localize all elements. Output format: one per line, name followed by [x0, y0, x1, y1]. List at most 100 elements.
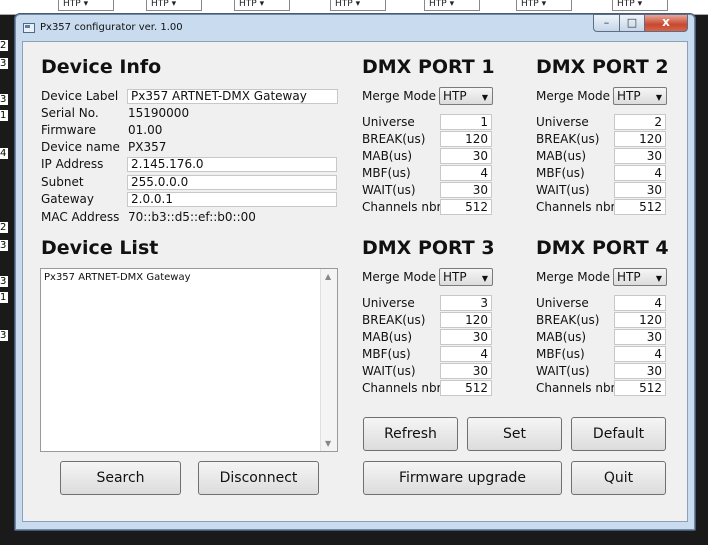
dmx-param-field[interactable]: 120	[614, 131, 666, 147]
dmx-param-label: Channels nbr	[362, 200, 442, 214]
device-list[interactable]: Px357 ARTNET-DMX Gateway ▲ ▼	[40, 268, 338, 452]
scroll-up-icon[interactable]: ▲	[325, 272, 331, 281]
dmx-param-field[interactable]: 120	[614, 312, 666, 328]
device-info-field[interactable]: 2.0.0.1	[127, 192, 337, 207]
dmx-param-label: MBF(us)	[536, 347, 585, 361]
device-info-value: 15190000	[128, 106, 190, 120]
dmx-param-field[interactable]: 120	[440, 312, 492, 328]
minimize-icon: –	[603, 16, 610, 29]
device-info-heading: Device Info	[41, 56, 162, 78]
dmx-param-label: Channels nbr	[536, 381, 616, 395]
device-info-label: Subnet	[41, 175, 84, 189]
background-line-number: 3	[0, 94, 8, 105]
background-line-number: 3	[0, 240, 8, 251]
dmx-param-field[interactable]: 3	[440, 295, 492, 311]
device-info-field[interactable]: 2.145.176.0	[127, 157, 337, 172]
background-line-number: 3	[0, 330, 8, 341]
dmx-param-label: Channels nbr	[536, 200, 616, 214]
device-list-heading: Device List	[41, 237, 159, 259]
dmx-param-field[interactable]: 4	[614, 165, 666, 181]
dmx-param-label: WAIT(us)	[536, 364, 590, 378]
minimize-button[interactable]: –	[593, 14, 620, 32]
dmx-param-field[interactable]: 512	[614, 199, 666, 215]
background-line-number: 1	[0, 110, 8, 121]
device-info-value: PX357	[128, 140, 167, 154]
chevron-down-icon: ▼	[655, 93, 662, 102]
device-info-label: Gateway	[41, 192, 95, 206]
dmx-param-field[interactable]: 4	[614, 346, 666, 362]
firmware-upgrade-button[interactable]: Firmware upgrade	[363, 461, 562, 495]
dmx-param-field[interactable]: 512	[440, 199, 492, 215]
device-info-label: Firmware	[41, 123, 96, 137]
dmx-param-label: MAB(us)	[362, 330, 413, 344]
refresh-button[interactable]: Refresh	[363, 417, 458, 451]
dmx-param-label: Universe	[536, 115, 589, 129]
merge-mode-value: HTP	[443, 89, 467, 103]
background-cell: HTP ▾	[146, 0, 202, 11]
device-info-value: 01.00	[128, 123, 163, 137]
dmx-param-field[interactable]: 512	[614, 380, 666, 396]
dmx-param-label: BREAK(us)	[536, 132, 600, 146]
dmx-param-label: MBF(us)	[362, 166, 411, 180]
device-list-scrollbar[interactable]: ▲ ▼	[320, 269, 337, 451]
background-cell: HTP ▾	[516, 0, 572, 11]
dmx-param-field[interactable]: 4	[440, 165, 492, 181]
title-bar[interactable]: Px357 configurator ver. 1.00 – □ x	[15, 14, 695, 42]
merge-mode-select-port-1[interactable]: HTP ▼	[439, 87, 493, 105]
background-cell: HTP ▾	[424, 0, 480, 11]
window-title: Px357 configurator ver. 1.00	[40, 22, 183, 33]
device-info-label: Device name	[41, 140, 120, 154]
dmx-param-field[interactable]: 512	[440, 380, 492, 396]
background-line-number: 3	[0, 276, 8, 287]
merge-mode-select-port-4[interactable]: HTP ▼	[613, 268, 667, 286]
dmx-param-label: MAB(us)	[362, 149, 413, 163]
dmx-param-field[interactable]: 30	[440, 182, 492, 198]
default-button[interactable]: Default	[571, 417, 666, 451]
merge-mode-label: Merge Mode	[362, 270, 436, 284]
dmx-param-field[interactable]: 4	[614, 295, 666, 311]
set-button[interactable]: Set	[467, 417, 562, 451]
dmx-param-field[interactable]: 1	[440, 114, 492, 130]
dmx-port-1-heading: DMX PORT 1	[362, 56, 495, 78]
dmx-param-label: BREAK(us)	[536, 313, 600, 327]
dmx-param-label: WAIT(us)	[362, 183, 416, 197]
dmx-param-label: MBF(us)	[362, 347, 411, 361]
dmx-param-label: Universe	[362, 115, 415, 129]
dmx-param-field[interactable]: 120	[440, 131, 492, 147]
dmx-param-label: Channels nbr	[362, 381, 442, 395]
device-info-field[interactable]: Px357 ARTNET-DMX Gateway	[127, 89, 338, 104]
dmx-param-field[interactable]: 30	[440, 363, 492, 379]
merge-mode-select-port-3[interactable]: HTP ▼	[439, 268, 493, 286]
device-info-field[interactable]: 255.0.0.0	[127, 175, 337, 190]
close-button[interactable]: x	[644, 14, 688, 32]
background-cell: HTP ▾	[612, 0, 668, 11]
dmx-param-field[interactable]: 30	[440, 148, 492, 164]
chevron-down-icon: ▼	[481, 93, 488, 102]
background-cell: HTP ▾	[234, 0, 290, 11]
background-line-number: 4	[0, 148, 8, 159]
dmx-param-label: Universe	[362, 296, 415, 310]
dmx-param-field[interactable]: 30	[440, 329, 492, 345]
scroll-down-icon[interactable]: ▼	[325, 439, 331, 448]
dmx-param-field[interactable]: 30	[614, 329, 666, 345]
dmx-param-field[interactable]: 4	[440, 346, 492, 362]
device-info-label: MAC Address	[41, 210, 120, 224]
background-line-number: 2	[0, 222, 8, 233]
background-line-number: 1	[0, 292, 8, 303]
dmx-param-field[interactable]: 30	[614, 363, 666, 379]
dmx-param-field[interactable]: 2	[614, 114, 666, 130]
dmx-param-field[interactable]: 30	[614, 148, 666, 164]
app-window-icon	[23, 23, 35, 33]
merge-mode-label: Merge Mode	[536, 89, 610, 103]
disconnect-button[interactable]: Disconnect	[198, 461, 319, 495]
dmx-param-field[interactable]: 30	[614, 182, 666, 198]
list-item[interactable]: Px357 ARTNET-DMX Gateway	[44, 272, 191, 283]
dmx-param-label: WAIT(us)	[362, 364, 416, 378]
device-info-label: Serial No.	[41, 106, 99, 120]
maximize-button[interactable]: □	[619, 14, 645, 32]
quit-button[interactable]: Quit	[571, 461, 666, 495]
device-info-label: Device Label	[41, 89, 119, 103]
merge-mode-select-port-2[interactable]: HTP ▼	[613, 87, 667, 105]
merge-mode-label: Merge Mode	[362, 89, 436, 103]
search-button[interactable]: Search	[60, 461, 181, 495]
